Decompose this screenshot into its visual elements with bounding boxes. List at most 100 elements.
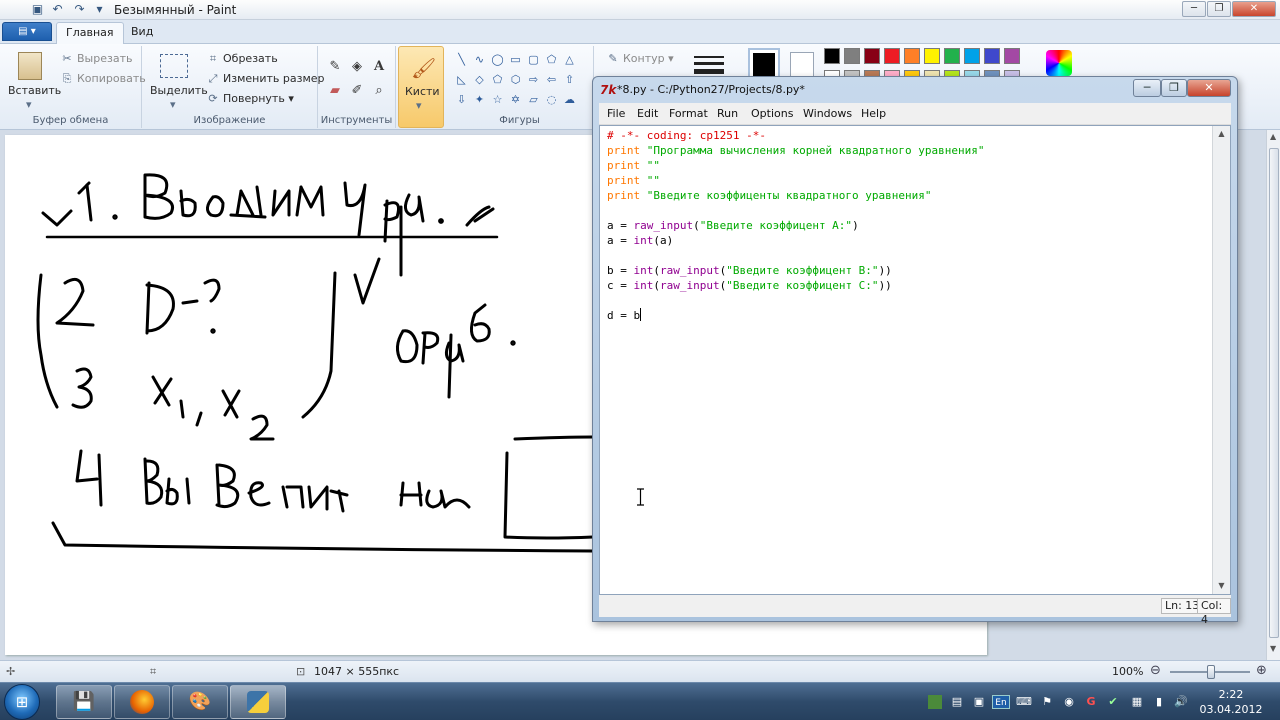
scroll-down-icon[interactable]: ▼ — [1270, 644, 1276, 653]
code-line[interactable]: b = int(raw_input("Введите коэффицент B:… — [607, 263, 985, 278]
color-swatch[interactable] — [964, 48, 980, 64]
pentagon-shape-icon[interactable]: ⬠ — [490, 72, 505, 87]
tray-power-icon[interactable]: ▮ — [1152, 695, 1166, 709]
idle-minimize-button[interactable]: ─ — [1133, 79, 1161, 97]
paste-button[interactable]: Вставить — [8, 84, 61, 97]
color-swatch[interactable] — [984, 48, 1000, 64]
text-icon[interactable]: A — [370, 58, 388, 76]
callout-shape-icon[interactable]: ▱ — [526, 92, 541, 107]
diamond-shape-icon[interactable]: ◇ — [472, 72, 487, 87]
outline-button[interactable]: ✎ Контур ▾ — [606, 52, 673, 65]
right-triangle-shape-icon[interactable]: ◺ — [454, 72, 469, 87]
color-swatch[interactable] — [884, 48, 900, 64]
tray-keyboard-icon[interactable]: ⌨ — [1016, 695, 1032, 709]
code-line[interactable]: d = b — [607, 308, 985, 323]
taskbar-python-button[interactable] — [230, 685, 286, 719]
code-line[interactable]: print "Введите коэффиценты квадратного у… — [607, 188, 985, 203]
undo-icon[interactable]: ↶ — [50, 2, 65, 16]
code-editor[interactable]: # -*- coding: cp1251 -*- print "Программа… — [599, 125, 1231, 595]
scroll-up-icon[interactable]: ▲ — [1270, 132, 1276, 141]
right-arrow-shape-icon[interactable]: ⇨ — [526, 72, 541, 87]
zoom-slider-thumb[interactable] — [1207, 665, 1215, 679]
menu-options[interactable]: Options — [751, 107, 793, 120]
code-line[interactable] — [607, 293, 985, 308]
taskbar-paint-button[interactable]: 🎨 — [172, 685, 228, 719]
idle-titlebar[interactable]: 7k *8.py - C:/Python27/Projects/8.py* ─ … — [593, 77, 1237, 103]
language-indicator[interactable]: En — [992, 695, 1010, 709]
code-line[interactable]: print "" — [607, 158, 985, 173]
color-picker-icon[interactable]: ✐ — [348, 82, 366, 100]
paste-icon[interactable] — [18, 52, 42, 80]
color-swatch[interactable] — [924, 48, 940, 64]
tab-view[interactable]: Вид — [122, 22, 162, 44]
tray-check-icon[interactable]: ✔ — [1106, 695, 1120, 709]
idle-maximize-button[interactable]: ❐ — [1161, 79, 1187, 97]
up-arrow-shape-icon[interactable]: ⇧ — [562, 72, 577, 87]
tray-antivirus-icon[interactable]: G — [1084, 695, 1098, 709]
tray-flag-icon[interactable]: ⚑ — [1040, 695, 1054, 709]
down-arrow-shape-icon[interactable]: ⇩ — [454, 92, 469, 107]
taskbar-explorer-button[interactable]: 💾 — [56, 685, 112, 719]
color-swatch[interactable] — [944, 48, 960, 64]
brushes-button[interactable]: 🖌 Кисти ▾ — [398, 46, 444, 128]
tray-network-icon[interactable]: ▤ — [950, 695, 964, 709]
code-line[interactable]: print "Программа вычисления корней квадр… — [607, 143, 985, 158]
color-swatch[interactable] — [824, 48, 840, 64]
editor-scroll-up-icon[interactable]: ▲ — [1213, 126, 1230, 142]
menu-format[interactable]: Format — [669, 107, 708, 120]
close-button[interactable]: ✕ — [1232, 1, 1276, 17]
start-button[interactable]: ⊞ — [4, 684, 40, 720]
menu-file[interactable]: File — [607, 107, 625, 120]
code-line[interactable]: print "" — [607, 173, 985, 188]
tray-volume-icon[interactable]: 🔊 — [1174, 695, 1188, 709]
taskbar-clock[interactable]: 2:22 03.04.2012 — [1198, 687, 1264, 717]
oval-callout-shape-icon[interactable]: ◌ — [544, 92, 559, 107]
save-icon[interactable]: ▣ — [30, 2, 45, 16]
redo-icon[interactable]: ↷ — [72, 2, 87, 16]
color-swatch[interactable] — [1004, 48, 1020, 64]
tab-home[interactable]: Главная — [56, 22, 124, 44]
taskbar-firefox-button[interactable] — [114, 685, 170, 719]
tray-signal-icon[interactable]: ▦ — [1130, 695, 1144, 709]
quick-access-dropdown-icon[interactable]: ▾ — [92, 2, 107, 16]
resize-button[interactable]: ⤢ Изменить размер — [206, 72, 325, 86]
zoom-out-icon[interactable]: ⊖ — [1150, 663, 1161, 678]
code-line[interactable] — [607, 248, 985, 263]
rounded-rectangle-shape-icon[interactable]: ▢ — [526, 52, 541, 67]
crop-button[interactable]: ⌗ Обрезать — [206, 52, 278, 66]
color-swatch[interactable] — [864, 48, 880, 64]
menu-help[interactable]: Help — [861, 107, 886, 120]
code-text[interactable]: # -*- coding: cp1251 -*- print "Программа… — [607, 128, 985, 323]
select-button[interactable]: Выделить — [150, 84, 208, 97]
rectangle-shape-icon[interactable]: ▭ — [508, 52, 523, 67]
code-line[interactable]: a = raw_input("Введите коэффицент A:") — [607, 218, 985, 233]
zoom-in-icon[interactable]: ⊕ — [1256, 663, 1267, 678]
color2-indicator[interactable] — [790, 52, 814, 78]
star5-shape-icon[interactable]: ☆ — [490, 92, 505, 107]
fill-icon[interactable]: ◈ — [348, 58, 366, 76]
pencil-icon[interactable]: ✎ — [326, 58, 344, 76]
cloud-shape-icon[interactable]: ☁ — [562, 92, 577, 107]
menu-run[interactable]: Run — [717, 107, 738, 120]
line-shape-icon[interactable]: ╲ — [454, 52, 469, 67]
tray-camera-icon[interactable]: ◉ — [1062, 695, 1076, 709]
star4-shape-icon[interactable]: ✦ — [472, 92, 487, 107]
size-icon[interactable] — [694, 54, 724, 76]
edit-colors-icon[interactable] — [1046, 50, 1072, 76]
menu-windows[interactable]: Windows — [803, 107, 852, 120]
editor-scroll-down-icon[interactable]: ▼ — [1213, 578, 1230, 594]
paint-menu-button[interactable]: ▤ ▾ — [2, 22, 52, 41]
magnifier-icon[interactable]: ⌕ — [370, 82, 388, 100]
color-swatch[interactable] — [844, 48, 860, 64]
oval-shape-icon[interactable]: ◯ — [490, 52, 505, 67]
scrollbar-thumb[interactable] — [1269, 148, 1279, 638]
idle-close-button[interactable]: ✕ — [1187, 79, 1231, 97]
code-line[interactable]: c = int(raw_input("Введите коэффицент C:… — [607, 278, 985, 293]
tray-app-icon[interactable] — [928, 695, 942, 709]
select-icon[interactable] — [160, 54, 188, 78]
curve-shape-icon[interactable]: ∿ — [472, 52, 487, 67]
hexagon-shape-icon[interactable]: ⬡ — [508, 72, 523, 87]
code-line[interactable]: a = int(a) — [607, 233, 985, 248]
triangle-shape-icon[interactable]: △ — [562, 52, 577, 67]
cut-button[interactable]: ✂ Вырезать — [60, 52, 132, 65]
